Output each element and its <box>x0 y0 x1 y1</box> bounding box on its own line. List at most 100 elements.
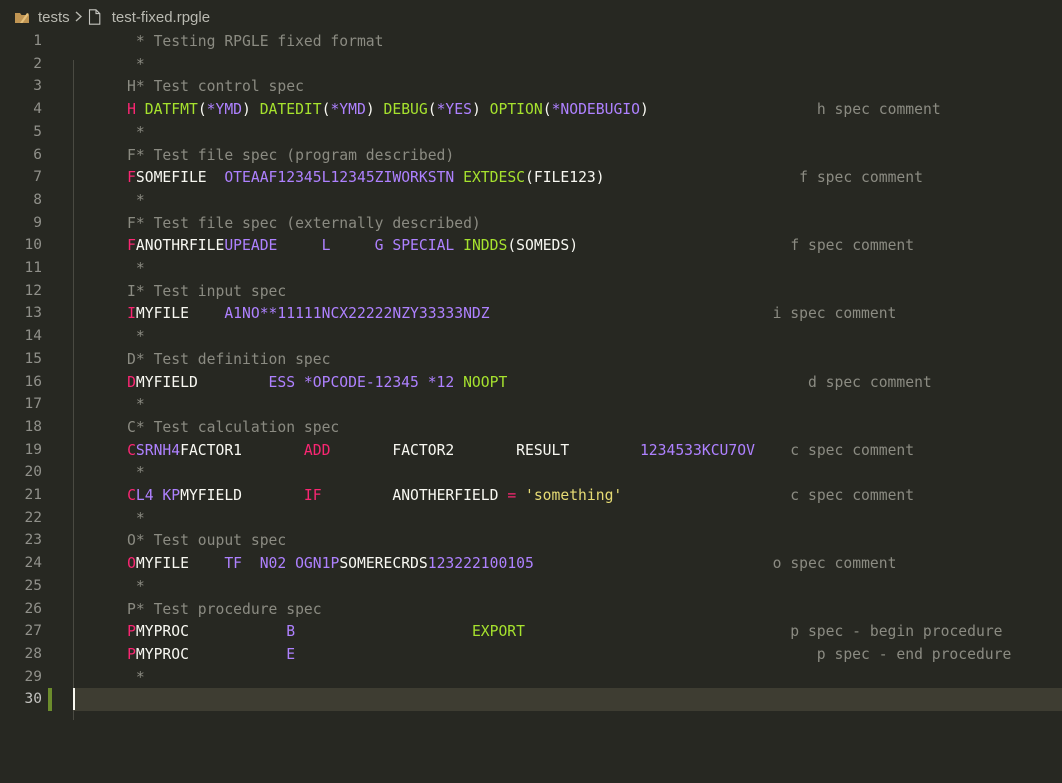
code-line[interactable]: 10 FANOTHRFILEUPEADE L G SPECIAL INDDS(S… <box>0 234 1062 257</box>
code-token: * <box>74 191 145 209</box>
code-token: OPTION <box>489 101 543 119</box>
code-line[interactable]: 13 IMYFILE A1NO**11111NCX22222NZY33333ND… <box>0 302 1062 325</box>
line-number: 15 <box>24 350 42 367</box>
line-number: 25 <box>24 577 42 594</box>
code-line[interactable]: 29 * <box>0 666 1062 689</box>
code-token: * <box>74 464 145 482</box>
code-line[interactable]: 22 * <box>0 507 1062 530</box>
code-token: * <box>74 55 145 73</box>
code-text: * Testing RPGLE fixed format <box>74 30 384 53</box>
line-number: 10 <box>24 237 42 254</box>
code-line[interactable]: 8 * <box>0 189 1062 212</box>
code-token: L4 KP <box>135 487 181 504</box>
code-line[interactable]: 17 * <box>0 393 1062 416</box>
code-token: * <box>74 509 145 527</box>
code-text: O* Test ouput spec <box>74 529 286 552</box>
code-line[interactable]: 7 FSOMEFILE OTEAAF12345L12345ZIWORKSTN E… <box>0 166 1062 189</box>
line-number: 5 <box>33 123 42 140</box>
code-text: F* Test file spec (externally described) <box>74 212 481 235</box>
code-token: d spec comment <box>807 373 932 391</box>
code-line[interactable]: 15 D* Test definition spec <box>0 348 1062 371</box>
code-token: H* Test control spec <box>74 78 304 96</box>
code-token: 123222100105 <box>427 555 534 573</box>
code-token: C* Test calculation spec <box>74 418 340 436</box>
code-token: D* Test definition spec <box>74 350 331 368</box>
code-line[interactable]: 27 PMYPROC B EXPORT p spec - begin proce… <box>0 620 1062 643</box>
code-token: * <box>74 328 145 346</box>
code-token: SOMERECRDS <box>339 555 428 573</box>
code-line[interactable]: 26 P* Test procedure spec <box>0 598 1062 621</box>
code-token: ) <box>242 101 251 119</box>
code-line[interactable]: 2 * <box>0 53 1062 76</box>
code-token: UPEADE L G SPECIAL <box>224 237 455 255</box>
code-text: PMYPROC B EXPORT p spec - begin procedur… <box>74 620 1003 643</box>
code-text: FANOTHRFILEUPEADE L G SPECIAL INDDS(SOME… <box>74 234 914 257</box>
code-text: * <box>74 325 145 348</box>
code-line[interactable]: 14 * <box>0 325 1062 348</box>
code-line[interactable]: 12 I* Test input spec <box>0 280 1062 303</box>
code-token: P* Test procedure spec <box>74 600 322 618</box>
breadcrumb-folder[interactable]: tests <box>38 9 70 26</box>
code-line[interactable]: 23 O* Test ouput spec <box>0 529 1062 552</box>
code-line[interactable]: 24 OMYFILE TF N02 OGN1PSOMERECRDS1232221… <box>0 552 1062 575</box>
code-line[interactable]: 21 CL4 KPMYFIELD IF ANOTHERFIELD = 'some… <box>0 484 1062 507</box>
code-line[interactable]: 5 * <box>0 121 1062 144</box>
code-text: I* Test input spec <box>74 280 286 303</box>
code-token: ( <box>427 101 437 119</box>
code-line[interactable]: 20 * <box>0 461 1062 484</box>
code-token: p spec - begin procedure <box>790 623 1003 641</box>
code-text: F* Test file spec (program described) <box>74 144 454 167</box>
code-token: * <box>74 123 145 141</box>
code-line[interactable]: 3 H* Test control spec <box>0 75 1062 98</box>
code-line[interactable]: 19 CSRNH4FACTOR1 ADD FACTOR2 RESULT 1234… <box>0 439 1062 462</box>
breadcrumb-file[interactable]: test-fixed.rpgle <box>112 9 210 26</box>
line-number: 8 <box>33 191 42 208</box>
code-token: NOOPT <box>463 373 508 391</box>
line-number: 17 <box>24 396 42 413</box>
code-token: * Testing RPGLE fixed format <box>74 33 384 50</box>
code-text: * <box>74 393 145 416</box>
code-line[interactable]: 28 PMYPROC E p spec - end procedure <box>0 643 1062 666</box>
code-token: ) <box>365 101 375 119</box>
code-text: * <box>74 257 145 280</box>
code-line[interactable]: 30 <box>0 688 1062 712</box>
code-text: FSOMEFILE OTEAAF12345L12345ZIWORKSTN EXT… <box>74 166 923 189</box>
code-token: SOMEFILE <box>135 169 225 187</box>
code-text: * <box>74 666 145 689</box>
code-token: DATFMT <box>144 101 198 119</box>
code-token: MYFIELD <box>180 487 304 504</box>
code-line[interactable]: 16 DMYFIELD ESS *OPCODE-12345 *12 NOOPT … <box>0 371 1062 394</box>
code-token: ) <box>471 101 481 119</box>
code-line[interactable]: 6 F* Test file spec (program described) <box>0 144 1062 167</box>
code-token: I* Test input spec <box>74 282 287 300</box>
code-line[interactable]: 4 H DATFMT(*YMD) DATEDIT(*YMD) DEBUG(*YE… <box>0 98 1062 121</box>
code-text: * <box>74 121 145 144</box>
code-token: * <box>74 577 145 595</box>
code-token: SRNH4 <box>135 441 181 459</box>
line-number: 19 <box>24 441 42 458</box>
code-line[interactable]: 9 F* Test file spec (externally describe… <box>0 212 1062 235</box>
code-token: h spec comment <box>816 101 941 119</box>
code-text: * <box>74 53 145 76</box>
code-line[interactable]: 1 * Testing RPGLE fixed format <box>0 30 1062 53</box>
line-number: 23 <box>24 532 42 549</box>
code-line[interactable]: 18 C* Test calculation spec <box>0 416 1062 439</box>
line-number: 22 <box>24 509 42 526</box>
code-token: p spec - end procedure <box>816 645 1012 663</box>
code-text: CL4 KPMYFIELD IF ANOTHERFIELD = 'somethi… <box>74 484 914 507</box>
line-number: 14 <box>24 328 42 345</box>
code-text: CSRNH4FACTOR1 ADD FACTOR2 RESULT 1234533… <box>74 439 914 462</box>
code-token: FACTOR2 RESULT <box>330 441 640 459</box>
line-number: 16 <box>24 373 42 390</box>
line-number: 13 <box>24 305 42 322</box>
code-line[interactable]: 25 * <box>0 575 1062 598</box>
code-token: = <box>507 487 517 504</box>
code-line[interactable]: 11 * <box>0 257 1062 280</box>
code-token: *NODEBUGIO <box>551 101 640 119</box>
code-editor[interactable]: 1 * Testing RPGLE fixed format 2 * 3 H* Te… <box>0 30 1062 783</box>
